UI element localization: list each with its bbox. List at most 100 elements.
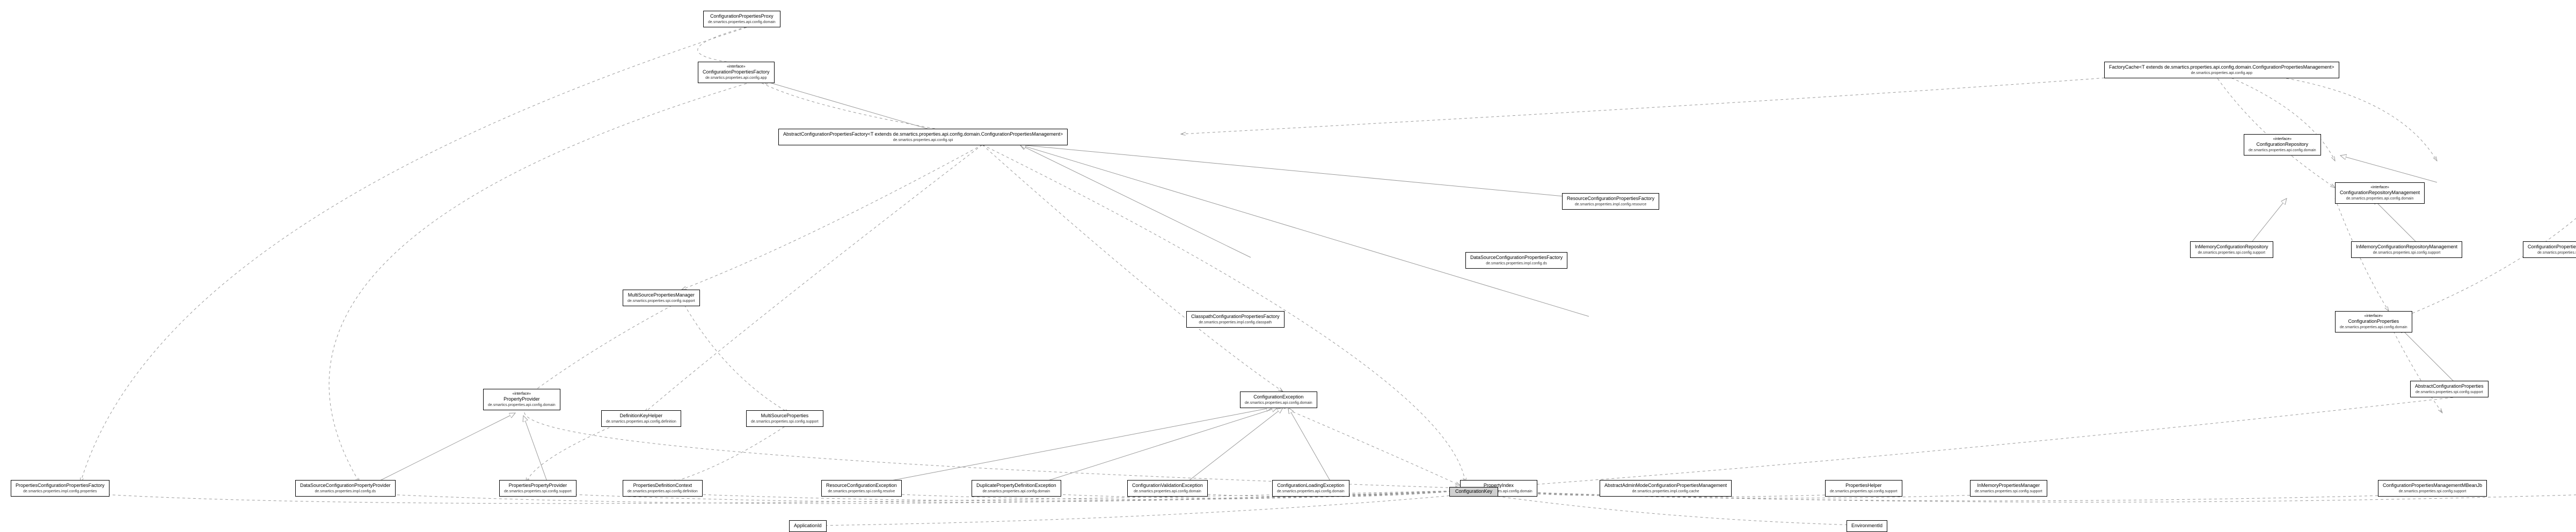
pkg: de.smartics.properties.api.config.app: [703, 76, 770, 80]
stereo: «interface»: [2340, 314, 2407, 319]
pkg: de.smartics.properties.api.config.domain: [2340, 196, 2420, 201]
node-props-props-provider[interactable]: PropertiesPropertyProviderde.smartics.pr…: [499, 480, 577, 497]
label: DefinitionKeyHelper: [606, 413, 676, 419]
label: ResourceConfigurationPropertiesFactory: [1567, 196, 1654, 202]
pkg: de.smartics.properties.api.config.app: [2109, 71, 2334, 76]
label: EnvironmentId: [1851, 523, 1882, 529]
label: AbstractConfigurationProperties: [2415, 383, 2484, 390]
pkg: de.smartics.properties.impl.config.cache: [1604, 489, 1727, 494]
node-configuration-key[interactable]: ConfigurationKey: [1449, 487, 1498, 497]
pkg: de.smartics.properties.api.config.defini…: [627, 489, 698, 494]
node-environment-id[interactable]: EnvironmentId: [1847, 520, 1887, 532]
pkg: de.smartics.properties.impl.config.ds: [300, 489, 391, 494]
node-resource-config-exc[interactable]: ResourceConfigurationExceptionde.smartic…: [821, 480, 902, 497]
label: DataSourceConfigurationPropertiesFactory: [1470, 255, 1563, 261]
node-config-props-factory[interactable]: «interface»ConfigurationPropertiesFactor…: [698, 62, 775, 83]
node-abs-admin-config-props-mgmt[interactable]: AbstractAdminModeConfigurationProperties…: [1600, 480, 1732, 497]
node-props-def-ctx[interactable]: PropertiesDefinitionContextde.smartics.p…: [623, 480, 703, 497]
node-config-repo-mgmt[interactable]: «interface»ConfigurationRepositoryManage…: [2335, 182, 2425, 204]
pkg: de.smartics.properties.spi.config.suppor…: [627, 299, 695, 304]
pkg: de.smartics.properties.spi.config.suppor…: [2383, 489, 2482, 494]
node-resource-config-factory[interactable]: ResourceConfigurationPropertiesFactoryde…: [1562, 193, 1659, 210]
node-prop-provider[interactable]: «interface»PropertyProviderde.smartics.p…: [483, 389, 560, 410]
label: PropertiesHelper: [1830, 483, 1898, 489]
pkg: de.smartics.properties.spi.config.suppor…: [1975, 489, 2042, 494]
label: ConfigurationPropertiesProxy: [708, 13, 776, 20]
pkg: de.smartics.properties.impl.config.prope…: [16, 489, 105, 494]
label: AbstractConfigurationPropertiesFactory<T…: [783, 131, 1063, 138]
pkg: de.smartics.properties.api.config.domain: [2340, 325, 2407, 330]
node-classpath-config-factory[interactable]: ClasspathConfigurationPropertiesFactoryd…: [1186, 311, 1285, 328]
node-config-props-proxy[interactable]: ConfigurationPropertiesProxyde.smartics.…: [703, 11, 780, 27]
pkg: de.smartics.properties.api.config.domain: [488, 403, 556, 408]
label: DataSourceConfigurationPropertyProvider: [300, 483, 391, 489]
node-dup-prop-def-exc[interactable]: DuplicatePropertyDefinitionExceptionde.s…: [972, 480, 1061, 497]
pkg: de.smartics.properties.api.config.defini…: [606, 419, 676, 424]
node-multisrc-props-mgr[interactable]: MultiSourcePropertiesManagerde.smartics.…: [623, 290, 700, 306]
node-props-helper[interactable]: PropertiesHelperde.smartics.properties.s…: [1825, 480, 1902, 497]
pkg: de.smartics.properties.api.config.domain: [1245, 401, 1312, 405]
node-config-props-resolver-ctx[interactable]: ConfigurationPropertiesResolverContextde…: [2523, 241, 2576, 258]
pkg: de.smartics.properties.spi.config.suppor…: [504, 489, 572, 494]
label: InMemoryConfigurationRepository: [2195, 244, 2268, 250]
label: ConfigurationPropertiesManagementMBeanJb: [2383, 483, 2482, 489]
label: PropertiesPropertyProvider: [504, 483, 572, 489]
label: InMemoryPropertiesManager: [1975, 483, 2042, 489]
pkg: de.smartics.properties.spi.config.resolv…: [2528, 250, 2576, 255]
node-abstract-config-props[interactable]: AbstractConfigurationPropertiesde.smarti…: [2410, 381, 2489, 397]
pkg: de.smartics.properties.api.config.domain: [2249, 148, 2316, 153]
node-multisrc-props[interactable]: MultiSourcePropertiesde.smartics.propert…: [746, 410, 823, 427]
label: ConfigurationRepository: [2249, 142, 2316, 148]
label: PropertiesDefinitionContext: [627, 483, 698, 489]
label: ConfigurationProperties: [2340, 319, 2407, 325]
label: ConfigurationPropertiesFactory: [703, 69, 770, 76]
node-inmem-props-mgr[interactable]: InMemoryPropertiesManagerde.smartics.pro…: [1970, 480, 2047, 497]
node-config-props-mgmt-mbean[interactable]: ConfigurationPropertiesManagementMBeanJb…: [2378, 480, 2487, 497]
label: AbstractAdminModeConfigurationProperties…: [1604, 483, 1727, 489]
node-abstract-config-props-factory[interactable]: AbstractConfigurationPropertiesFactory<T…: [778, 129, 1068, 145]
stereo: «interface»: [703, 64, 770, 69]
stereo: «interface»: [2249, 137, 2316, 142]
node-config-repo[interactable]: «interface»ConfigurationRepositoryde.sma…: [2244, 134, 2321, 156]
stereo: «interface»: [488, 391, 556, 396]
pkg: de.smartics.properties.spi.config.suppor…: [2195, 250, 2268, 255]
stereo: «interface»: [2340, 185, 2420, 190]
pkg: de.smartics.properties.api.config.domain: [1277, 489, 1345, 494]
label: ApplicationId: [794, 523, 822, 529]
pkg: de.smartics.properties.api.config.domain: [976, 489, 1056, 494]
pkg: de.smartics.properties.impl.config.resou…: [1567, 202, 1654, 207]
label: ResourceConfigurationException: [826, 483, 897, 489]
node-inmem-config-repo[interactable]: InMemoryConfigurationRepositoryde.smarti…: [2190, 241, 2273, 258]
pkg: de.smartics.properties.api.config.domain: [1132, 489, 1203, 494]
label: ConfigurationValidationException: [1132, 483, 1203, 489]
node-def-key-helper[interactable]: DefinitionKeyHelperde.smartics.propertie…: [601, 410, 681, 427]
node-config-validation-exc[interactable]: ConfigurationValidationExceptionde.smart…: [1127, 480, 1208, 497]
pkg: de.smartics.properties.spi.config.suppor…: [1830, 489, 1898, 494]
label: ConfigurationKey: [1455, 489, 1492, 495]
node-config-loading-exc[interactable]: ConfigurationLoadingExceptionde.smartics…: [1272, 480, 1349, 497]
label: MultiSourcePropertiesManager: [627, 292, 695, 299]
node-props-config-props-factory[interactable]: PropertiesConfigurationPropertiesFactory…: [11, 480, 110, 497]
node-application-id[interactable]: ApplicationId: [789, 520, 827, 532]
node-config-props[interactable]: «interface»ConfigurationPropertiesde.sma…: [2335, 311, 2412, 332]
node-ds-config-prop-provider[interactable]: DataSourceConfigurationPropertyProviderd…: [295, 480, 396, 497]
pkg: de.smartics.properties.spi.config.resolv…: [826, 489, 897, 494]
pkg: de.smartics.properties.spi.config.suppor…: [751, 419, 819, 424]
pkg: de.smartics.properties.impl.config.ds: [1470, 261, 1563, 266]
label: InMemoryConfigurationRepositoryManagemen…: [2356, 244, 2457, 250]
node-ds-config-factory[interactable]: DataSourceConfigurationPropertiesFactory…: [1465, 252, 1567, 269]
node-factory-cache[interactable]: FactoryCache<T extends de.smartics.prope…: [2104, 62, 2339, 78]
label: FactoryCache<T extends de.smartics.prope…: [2109, 64, 2334, 71]
pkg: de.smartics.properties.api.config.domain: [708, 20, 776, 25]
node-inmem-config-repo-mgmt[interactable]: InMemoryConfigurationRepositoryManagemen…: [2351, 241, 2462, 258]
label: ConfigurationRepositoryManagement: [2340, 190, 2420, 196]
label: ConfigurationException: [1245, 394, 1312, 401]
pkg: de.smartics.properties.spi.config.suppor…: [2415, 390, 2484, 395]
label: ConfigurationPropertiesResolverContext: [2528, 244, 2576, 250]
label: MultiSourceProperties: [751, 413, 819, 419]
label: DuplicatePropertyDefinitionException: [976, 483, 1056, 489]
label: ClasspathConfigurationPropertiesFactory: [1191, 314, 1280, 320]
node-config-exception[interactable]: ConfigurationExceptionde.smartics.proper…: [1240, 391, 1317, 408]
label: PropertiesConfigurationPropertiesFactory: [16, 483, 105, 489]
pkg: de.smartics.properties.spi.config.suppor…: [2356, 250, 2457, 255]
